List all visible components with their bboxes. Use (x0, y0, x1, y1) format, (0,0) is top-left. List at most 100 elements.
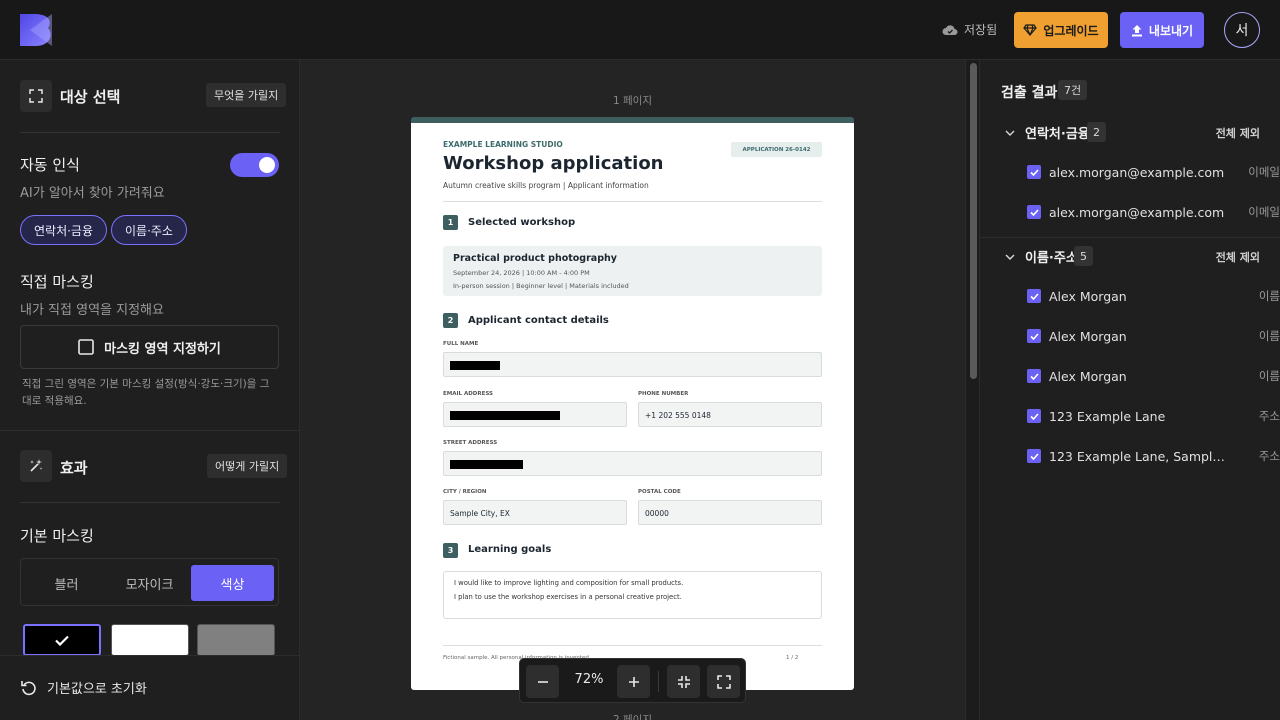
toggle-knob (259, 157, 275, 173)
section-number-badge: 2 (443, 313, 458, 328)
toolbar-divider (658, 671, 659, 692)
draw-mask-area-button[interactable]: 마스킹 영역 지정하기 (20, 325, 279, 369)
square-outline-icon (78, 339, 94, 355)
category-chip-name-address[interactable]: 이름·주소 (111, 215, 187, 245)
masking-mode-selector: 블러 모자이크 색상 (20, 558, 279, 606)
divider (20, 132, 280, 133)
field-label: POSTAL CODE (638, 489, 681, 495)
detection-item[interactable]: 123 Example Lane 주소 (1027, 406, 1280, 426)
group-header-name-address[interactable]: 이름·주소 (1005, 247, 1078, 266)
detection-checkbox[interactable] (1027, 165, 1041, 179)
document-page[interactable]: EXAMPLE LEARNING STUDIO APPLICATION 26-0… (411, 117, 854, 690)
detection-results-panel: 검출 결과 7건 연락처·금융 2 전체 제외 alex.morgan@exam… (980, 60, 1280, 720)
section-number-badge: 3 (443, 543, 458, 558)
divider (20, 502, 280, 503)
doc-divider (443, 645, 822, 646)
collapse-icon (677, 675, 690, 688)
detection-checkbox[interactable] (1027, 205, 1041, 219)
doc-application-id: APPLICATION 26-0142 (731, 142, 822, 157)
chevron-down-icon (1005, 254, 1015, 260)
group-name: 연락처·금융 (1025, 127, 1090, 142)
color-swatch-black[interactable] (23, 624, 101, 656)
zoom-level: 72% (574, 672, 604, 687)
fit-page-button[interactable] (667, 665, 700, 698)
postal-field: 00000 (638, 500, 822, 525)
full-name-field (443, 352, 822, 377)
doc-divider (443, 201, 822, 202)
what-to-hide-button[interactable]: 무엇을 가릴지 (206, 83, 287, 107)
redaction-mask[interactable] (450, 460, 523, 469)
upgrade-button[interactable]: 업그레이드 (1014, 12, 1108, 48)
check-icon (1029, 168, 1039, 176)
document-preview[interactable]: 1 페이지 EXAMPLE LEARNING STUDIO APPLICATIO… (300, 60, 965, 720)
app-logo[interactable] (20, 14, 52, 46)
doc-page-number: 1 / 2 (786, 655, 799, 661)
redaction-mask[interactable] (450, 361, 500, 370)
detection-type: 주소 (1258, 409, 1280, 423)
zoom-out-button[interactable] (526, 665, 559, 698)
mode-mosaic[interactable]: 모자이크 (108, 565, 191, 601)
check-icon (1029, 292, 1039, 300)
category-chip-contact-finance[interactable]: 연락처·금융 (20, 215, 108, 245)
detection-item[interactable]: 123 Example Lane, Sample City, EX 주소 (1027, 446, 1280, 466)
color-swatch-white[interactable] (111, 624, 189, 656)
exclude-all-button[interactable]: 전체 제외 (1216, 125, 1260, 141)
goal-line: I would like to improve lighting and com… (454, 579, 684, 587)
detection-text: Alex Morgan (1049, 368, 1127, 384)
divider (0, 430, 299, 431)
detection-checkbox[interactable] (1027, 289, 1041, 303)
redaction-mask[interactable] (450, 411, 560, 420)
diamond-icon (1023, 24, 1038, 36)
magic-wand-icon (30, 459, 43, 472)
workshop-name: Practical product photography (453, 253, 617, 264)
cloud-check-icon (942, 24, 958, 35)
group-count-badge: 2 (1087, 122, 1106, 142)
goals-box: I would like to improve lighting and com… (443, 571, 822, 619)
page-label: 1 페이지 (613, 95, 652, 107)
detection-item[interactable]: alex.morgan@example.com 이메일 (1027, 202, 1280, 222)
scrollbar-thumb[interactable] (970, 63, 977, 379)
detection-item[interactable]: Alex Morgan 이름 (1027, 286, 1280, 306)
check-icon (1029, 412, 1039, 420)
chevron-down-icon (1005, 130, 1015, 136)
detection-item[interactable]: Alex Morgan 이름 (1027, 326, 1280, 346)
detection-type: 이름 (1258, 289, 1280, 303)
detection-checkbox[interactable] (1027, 369, 1041, 383)
group-header-contact-finance[interactable]: 연락처·금융 (1005, 123, 1090, 142)
reset-defaults-button[interactable]: 기본값으로 초기화 (20, 678, 147, 697)
how-to-hide-button[interactable]: 어떻게 가릴지 (207, 454, 288, 478)
exclude-all-button[interactable]: 전체 제외 (1216, 249, 1260, 265)
section-title: Applicant contact details (468, 315, 609, 326)
export-button[interactable]: 내보내기 (1120, 12, 1204, 48)
settings-panel: 대상 선택 무엇을 가릴지 자동 인식 AI가 알아서 찾아 가려줘요 연락처·… (0, 60, 300, 720)
fullscreen-button[interactable] (707, 665, 740, 698)
detection-checkbox[interactable] (1027, 409, 1041, 423)
check-icon (1029, 452, 1039, 460)
color-swatch-gray[interactable] (197, 624, 275, 656)
street-field (443, 451, 822, 476)
check-icon (1029, 208, 1039, 216)
preview-scrollbar[interactable] (965, 60, 980, 720)
doc-title: Workshop application (443, 153, 664, 174)
manual-mask-title: 직접 마스킹 (20, 273, 94, 291)
plus-icon (628, 676, 639, 687)
reset-defaults-label: 기본값으로 초기화 (47, 682, 147, 697)
mode-blur[interactable]: 블러 (25, 565, 108, 601)
detection-checkbox[interactable] (1027, 449, 1041, 463)
user-avatar[interactable]: 서 (1224, 12, 1260, 48)
workshop-details: In-person session | Beginner level | Mat… (453, 282, 629, 290)
auto-detect-toggle[interactable] (230, 153, 279, 177)
manual-mask-note: 직접 그린 영역은 기본 마스킹 설정(방식·강도·크기)을 그대로 적용해요. (22, 378, 270, 407)
zoom-in-button[interactable] (617, 665, 650, 698)
detection-item[interactable]: alex.morgan@example.com 이메일 (1027, 162, 1280, 182)
auto-detect-subtitle: AI가 알아서 찾아 가려줘요 (20, 186, 165, 201)
mode-color[interactable]: 색상 (191, 565, 274, 601)
detection-item[interactable]: Alex Morgan 이름 (1027, 366, 1280, 386)
detection-type: 이메일 (1248, 205, 1280, 219)
detection-checkbox[interactable] (1027, 329, 1041, 343)
detection-type: 이메일 (1248, 165, 1280, 179)
detection-text: alex.morgan@example.com (1049, 204, 1225, 220)
doc-org: EXAMPLE LEARNING STUDIO (443, 140, 563, 149)
detection-text: 123 Example Lane, Sample City, EX (1049, 448, 1225, 464)
group-name: 이름·주소 (1025, 251, 1078, 266)
